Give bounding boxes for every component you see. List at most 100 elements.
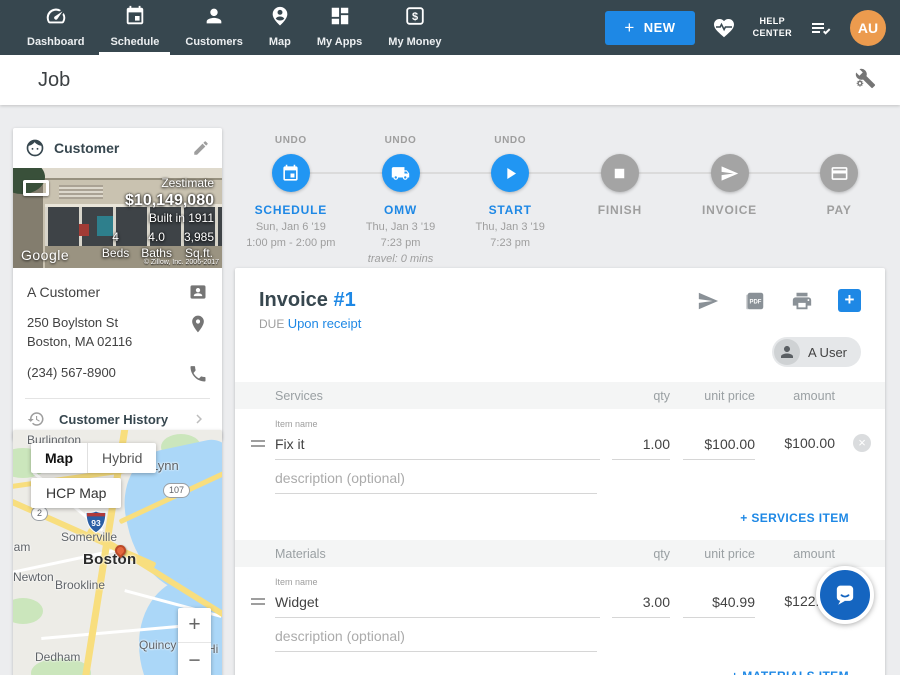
nav-item-customers[interactable]: Customers — [172, 0, 255, 55]
start-step-button[interactable] — [491, 154, 529, 192]
map-label-waltham: ham — [13, 540, 30, 554]
plus-icon: + — [624, 18, 634, 38]
stop-icon — [610, 164, 629, 183]
item-name-label: Item name — [275, 419, 318, 429]
undo-start-button[interactable]: UNDO — [494, 135, 526, 148]
print-icon[interactable] — [791, 290, 813, 312]
new-button-label: NEW — [644, 20, 676, 35]
health-heart-icon[interactable] — [712, 16, 736, 40]
assignee-avatar — [774, 339, 800, 365]
customer-face-icon — [25, 138, 45, 158]
service-item-name-input[interactable] — [275, 432, 600, 460]
help-center-line2: CENTER — [753, 28, 792, 39]
fact-sqft: 3,985Sq.ft. — [184, 229, 214, 261]
map-type-hybrid-button[interactable]: Hybrid — [88, 443, 156, 473]
material-item-name-input[interactable] — [275, 590, 600, 618]
send-icon — [720, 164, 739, 183]
material-description-input[interactable] — [275, 620, 597, 652]
customer-card-title: Customer — [54, 140, 192, 156]
google-watermark: Google — [21, 247, 69, 263]
step-label: START — [489, 203, 532, 217]
nav-label: Map — [269, 36, 291, 48]
edit-pencil-icon[interactable] — [192, 139, 210, 157]
history-clock-icon — [27, 410, 45, 428]
schedule-step-button[interactable] — [272, 154, 310, 192]
pdf-icon[interactable]: PDF — [744, 290, 766, 312]
invoice-step-button[interactable] — [711, 154, 749, 192]
zoom-out-button[interactable]: − — [178, 643, 211, 675]
step-label: PAY — [827, 203, 852, 217]
omw-step-button[interactable] — [382, 154, 420, 192]
step-start: UNDO START Thu, Jan 3 '19 7:23 pm — [455, 135, 565, 268]
add-materials-item-link[interactable]: + MATERIALS ITEM — [731, 669, 849, 675]
step-dates: Thu, Jan 3 '19 7:23 pm travel: 0 mins — [366, 220, 435, 268]
undo-schedule-button[interactable]: UNDO — [275, 135, 307, 148]
material-unit-price-input[interactable] — [683, 590, 755, 618]
user-avatar[interactable]: AU — [850, 10, 886, 46]
drag-handle-icon[interactable] — [251, 595, 275, 608]
zoom-in-button[interactable]: + — [178, 608, 211, 643]
assignee-name: A User — [808, 345, 847, 360]
chat-fab-button[interactable] — [816, 566, 874, 624]
send-invoice-icon[interactable] — [697, 290, 719, 312]
nav-item-my-apps[interactable]: My Apps — [304, 0, 375, 55]
invoice-number: #1 — [333, 289, 355, 311]
undo-omw-button[interactable]: UNDO — [385, 135, 417, 148]
nav-item-dashboard[interactable]: Dashboard — [14, 0, 97, 55]
invoice-header: Invoice #1 PDF + — [235, 268, 885, 312]
map-label-newton: Newton — [13, 570, 54, 584]
help-center-button[interactable]: HELP CENTER — [753, 16, 792, 39]
customer-address: 250 Boylston St Boston, MA 02116 — [27, 314, 132, 352]
customer-card-header: Customer — [13, 128, 222, 168]
job-tools-icon[interactable] — [854, 67, 876, 94]
nav-label: My Money — [388, 36, 441, 48]
add-services-item-link[interactable]: + SERVICES ITEM — [740, 511, 849, 525]
app-screen: Dashboard Schedule Customers Map My Apps… — [0, 0, 900, 675]
zestimate-overlay: Zestimate $10,149,080 Built in 1911 4Bed… — [102, 176, 214, 261]
map-type-map-button[interactable]: Map — [31, 443, 88, 473]
service-unit-price-input[interactable] — [683, 432, 755, 460]
street-view-frame-icon[interactable] — [23, 180, 49, 196]
phone-icon[interactable] — [188, 364, 208, 384]
nav-item-map[interactable]: Map — [256, 0, 304, 55]
map-label-boston: Boston — [83, 551, 136, 568]
col-unit-price: unit price — [670, 389, 755, 403]
new-button[interactable]: + NEW — [605, 11, 694, 45]
checklist-icon[interactable] — [809, 16, 833, 40]
col-amount: amount — [755, 547, 835, 561]
finish-step-button[interactable] — [601, 154, 639, 192]
hcp-map-button[interactable]: HCP Map — [31, 478, 121, 508]
nav-item-schedule[interactable]: Schedule — [97, 0, 172, 55]
nav-item-my-money[interactable]: $ My Money — [375, 0, 454, 55]
map-label-dedham: Dedham — [35, 650, 80, 664]
service-description-input[interactable] — [275, 462, 597, 494]
fact-beds: 4Beds — [102, 229, 129, 261]
section-name: Materials — [275, 547, 600, 561]
materials-section-header: Materials qty unit price amount — [235, 540, 885, 567]
contact-card-icon[interactable] — [188, 282, 208, 302]
street-view-photo[interactable]: Zestimate $10,149,080 Built in 1911 4Bed… — [13, 168, 222, 268]
drag-handle-icon[interactable] — [251, 437, 275, 450]
customer-name: A Customer — [27, 282, 100, 302]
add-invoice-button[interactable]: + — [838, 289, 861, 312]
assignee-chip[interactable]: A User — [772, 337, 861, 367]
service-qty-input[interactable] — [612, 432, 670, 460]
location-pin-icon[interactable] — [188, 314, 208, 334]
map-type-control: Map Hybrid — [31, 443, 156, 473]
service-amount: $100.00 — [755, 435, 835, 460]
svg-text:PDF: PDF — [750, 299, 762, 305]
item-name-label: Item name — [275, 577, 318, 587]
map-card[interactable]: Burlington Lynn 107 2 93 Somerville ham … — [13, 430, 222, 675]
map-zoom-control: + − — [178, 608, 211, 675]
job-workflow: UNDO SCHEDULE Sun, Jan 6 '19 1:00 pm - 2… — [236, 135, 894, 268]
fact-baths: 4.0Baths — [141, 229, 172, 261]
step-label: SCHEDULE — [255, 203, 327, 217]
due-value-link[interactable]: Upon receipt — [288, 316, 362, 331]
service-description-row — [275, 462, 597, 494]
remove-service-item-button[interactable]: × — [853, 434, 871, 452]
material-item-row: Item name $122.97 × — [235, 567, 885, 618]
pay-step-button[interactable] — [820, 154, 858, 192]
section-name: Services — [275, 389, 600, 403]
material-qty-input[interactable] — [612, 590, 670, 618]
step-finish: FINISH — [565, 135, 675, 268]
